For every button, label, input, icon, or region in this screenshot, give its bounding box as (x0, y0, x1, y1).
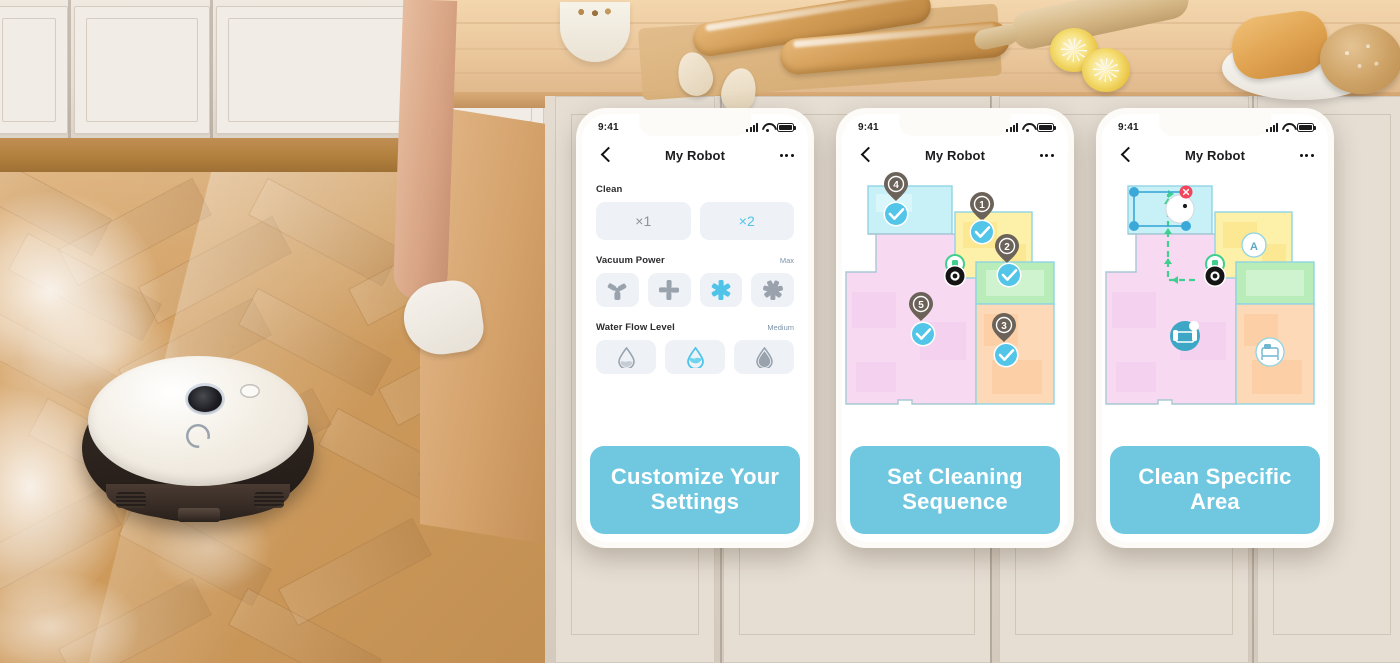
nav-bar: My Robot (1102, 138, 1328, 172)
wifi-icon (1022, 123, 1033, 132)
wifi-icon (1282, 123, 1293, 132)
more-options-icon[interactable] (774, 153, 794, 157)
battery-icon (1037, 122, 1056, 132)
lemon-half-2 (1082, 48, 1130, 92)
cellular-signal-icon (1266, 122, 1278, 132)
vacuum-power-max-button[interactable] (751, 273, 794, 307)
section-value: Max (779, 256, 794, 265)
check-badge-3 (993, 342, 1019, 368)
section-value: Medium (767, 323, 794, 332)
more-options-icon[interactable] (1034, 153, 1054, 157)
phone-card-settings: 9:41 My Robot Clean ×1 ×2 Vacuum Power M… (576, 108, 814, 548)
section-header-vacuum-power: Vacuum Power Max (596, 255, 794, 266)
selection-handle-tl (1129, 187, 1139, 197)
robot-position-icon (1204, 265, 1226, 287)
check-badge-4 (883, 201, 909, 227)
caption-clean-specific-area[interactable]: Clean Specific Area (1110, 446, 1320, 534)
sofa-icon (1170, 321, 1200, 351)
person-leg (392, 0, 458, 301)
nav-bar: My Robot (582, 138, 808, 172)
more-options-icon[interactable] (1294, 153, 1314, 157)
vacuum-power-quiet-button[interactable] (596, 273, 639, 307)
floor-plan-map-area[interactable]: A (1102, 172, 1328, 464)
svg-text:3: 3 (1001, 321, 1007, 332)
section-title: Water Flow Level (596, 322, 675, 333)
fan-quiet-icon (607, 281, 628, 300)
bed-icon (1255, 337, 1285, 367)
robot-power-button (240, 384, 260, 398)
clean-count-x2-button[interactable]: ×2 (699, 202, 794, 240)
bread-roll (1320, 24, 1400, 94)
status-bar: 9:41 (1102, 114, 1328, 138)
cellular-signal-icon (1006, 122, 1018, 132)
selection-handle-bl (1129, 221, 1139, 231)
section-title: Clean (596, 184, 623, 195)
floor-plan-map-sequence[interactable]: 4 1 2 5 3 (842, 172, 1068, 464)
clean-count-options: ×1 ×2 (596, 202, 794, 240)
phone-card-sequence: 9:41 My Robot 4 1 2 5 3 Set Cleaning Seq… (836, 108, 1074, 548)
robot-lidar-sensor (188, 386, 222, 412)
vacuum-power-strong-button[interactable] (699, 273, 743, 307)
settings-panel: Clean ×1 ×2 Vacuum Power Max Water Flow … (582, 172, 808, 374)
selection-handle-br (1181, 221, 1191, 231)
vacuum-power-options (596, 273, 794, 307)
clean-count-x2-label: ×2 (738, 213, 755, 229)
water-drop-low-icon (617, 347, 635, 368)
area-marker-a-icon: A (1241, 232, 1267, 258)
scene-stage: 9:41 My Robot Clean ×1 ×2 Vacuum Power M… (0, 0, 1400, 663)
battery-icon (777, 122, 796, 132)
status-time: 9:41 (858, 121, 879, 133)
check-badge-1 (969, 219, 995, 245)
page-title: My Robot (924, 147, 985, 163)
vacuum-power-standard-button[interactable] (647, 273, 691, 307)
fan-standard-icon (659, 280, 680, 300)
fan-strong-icon (710, 280, 731, 300)
chevron-left-icon[interactable] (1116, 145, 1136, 165)
nav-bar: My Robot (842, 138, 1068, 172)
svg-text:A: A (1250, 241, 1258, 253)
svg-text:5: 5 (918, 300, 924, 311)
water-flow-medium-button[interactable] (665, 340, 725, 374)
clean-count-x1-button[interactable]: ×1 (596, 202, 691, 240)
water-flow-options (596, 340, 794, 374)
caption-set-cleaning-sequence[interactable]: Set Cleaning Sequence (850, 446, 1060, 534)
wifi-icon (762, 123, 773, 132)
section-header-clean: Clean (596, 184, 794, 195)
water-drop-medium-icon (686, 347, 704, 368)
status-bar: 9:41 (842, 114, 1068, 138)
svg-text:2: 2 (1004, 242, 1010, 253)
robot-position-icon (944, 265, 966, 287)
page-title: My Robot (1184, 147, 1245, 163)
fan-max-icon (762, 279, 783, 300)
svg-text:4: 4 (893, 180, 899, 191)
svg-text:1: 1 (979, 200, 985, 211)
status-bar: 9:41 (582, 114, 808, 138)
chevron-left-icon[interactable] (596, 145, 616, 165)
robot-vacuum (82, 356, 314, 532)
page-title: My Robot (664, 147, 725, 163)
battery-icon (1297, 122, 1316, 132)
check-badge-2 (996, 262, 1022, 288)
section-header-water-flow: Water Flow Level Medium (596, 322, 794, 333)
water-flow-low-button[interactable] (596, 340, 656, 374)
caption-customize-settings[interactable]: Customize Your Settings (590, 446, 800, 534)
section-title: Vacuum Power (596, 255, 665, 266)
phone-card-area: 9:41 My Robot A Clean Specific Area (1096, 108, 1334, 548)
cellular-signal-icon (746, 122, 758, 132)
status-time: 9:41 (1118, 121, 1139, 133)
water-flow-high-button[interactable] (734, 340, 794, 374)
status-time: 9:41 (598, 121, 619, 133)
water-drop-high-icon (755, 347, 773, 368)
chevron-left-icon[interactable] (856, 145, 876, 165)
clean-count-x1-label: ×1 (635, 213, 652, 229)
check-badge-5 (910, 321, 936, 347)
